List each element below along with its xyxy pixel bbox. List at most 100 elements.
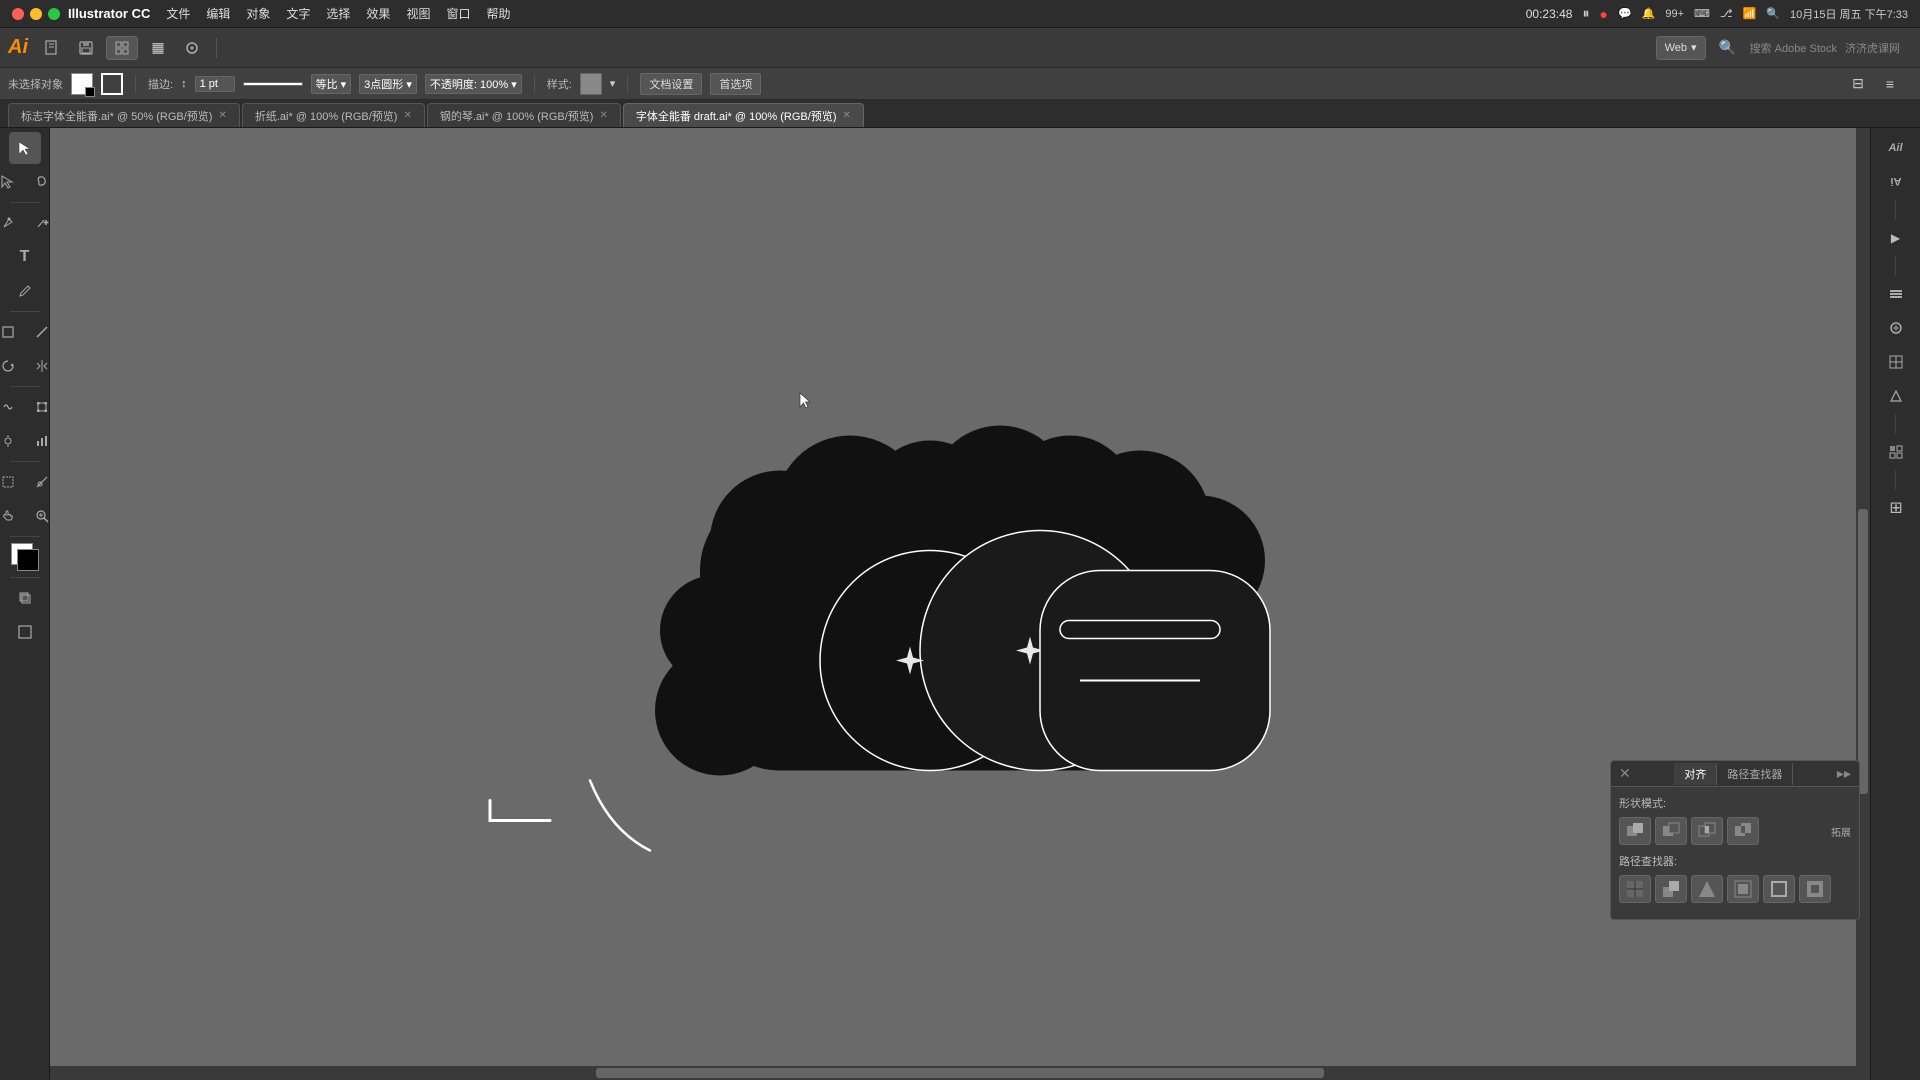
fill-swatch[interactable]	[71, 73, 93, 95]
symbol-tool[interactable]	[0, 425, 24, 457]
fullscreen-button[interactable]	[48, 8, 60, 20]
panel-close-btn[interactable]: ✕	[1619, 765, 1631, 782]
tab-close-2[interactable]: ✕	[599, 110, 607, 121]
right-panel-ail[interactable]: Ail	[1880, 132, 1912, 164]
tab-1[interactable]: 折纸.ai* @ 100% (RGB/预览) ✕	[242, 103, 425, 127]
tab-close-1[interactable]: ✕	[403, 110, 411, 121]
inside-mode[interactable]	[43, 582, 51, 614]
menu-select[interactable]: 选择	[326, 5, 350, 22]
grid-icon[interactable]: ▦	[144, 34, 172, 62]
opacity-arrow: ▾	[511, 79, 517, 91]
menu-view[interactable]: 视图	[406, 5, 430, 22]
outline-btn[interactable]	[1763, 875, 1795, 903]
exclude-btn[interactable]	[1727, 817, 1759, 845]
tool-pair-zoom	[0, 500, 50, 532]
graph-tool[interactable]	[26, 425, 51, 457]
zoom-tool[interactable]	[26, 500, 51, 532]
stroke-swatch[interactable]	[101, 73, 123, 95]
doc-setup-btn[interactable]: 文档设置	[640, 73, 702, 95]
tab-label-3: 字体全能番 draft.ai* @ 100% (RGB/预览)	[636, 108, 837, 124]
menu-text[interactable]: 文字	[286, 5, 310, 22]
line-tool[interactable]	[26, 316, 51, 348]
menu-help[interactable]: 帮助	[486, 5, 510, 22]
warp-tool[interactable]	[0, 391, 24, 423]
stroke-value[interactable]: 1 pt	[195, 76, 235, 92]
tab-2[interactable]: 钢的琴.ai* @ 100% (RGB/预览) ✕	[427, 103, 621, 127]
selection-tool[interactable]	[9, 132, 41, 164]
canvas-area[interactable]	[50, 128, 1870, 1080]
menu-edit[interactable]: 编辑	[206, 5, 230, 22]
ai-logo: Ai	[8, 36, 28, 59]
menu-window[interactable]: 窗口	[446, 5, 470, 22]
expand-btn[interactable]: 拓展	[1831, 824, 1851, 839]
change-screen-mode[interactable]	[9, 616, 41, 648]
tool-sep-6	[10, 577, 40, 578]
intersect-btn[interactable]	[1691, 817, 1723, 845]
tab-3[interactable]: 字体全能番 draft.ai* @ 100% (RGB/预览) ✕	[623, 103, 864, 127]
right-panel-icon2[interactable]	[1880, 278, 1912, 310]
normal-mode[interactable]	[0, 582, 7, 614]
type-tool[interactable]: T	[9, 241, 41, 273]
preferences-btn[interactable]: 首选项	[710, 73, 761, 95]
minus-front-btn[interactable]	[1655, 817, 1687, 845]
close-button[interactable]	[12, 8, 24, 20]
brush-tool[interactable]	[9, 275, 41, 307]
artboard-icon[interactable]	[178, 34, 206, 62]
hand-tool[interactable]	[0, 500, 24, 532]
horizontal-scrollbar[interactable]	[50, 1066, 1870, 1080]
tab-align[interactable]: 对齐	[1674, 763, 1717, 785]
panel-options-icon[interactable]: ≡	[1876, 70, 1904, 98]
panel-expand-btn[interactable]: ▸▸	[1837, 765, 1851, 782]
vertical-scrollbar[interactable]	[1856, 128, 1870, 1080]
trim-btn[interactable]	[1655, 875, 1687, 903]
panel-header: ✕ 对齐 路径查找器 ▸▸	[1611, 761, 1859, 787]
vscroll-thumb[interactable]	[1858, 509, 1868, 795]
right-panel-icon5[interactable]	[1880, 380, 1912, 412]
right-panel-icon7[interactable]: ⊞	[1880, 492, 1912, 524]
align-right-panel-icon[interactable]: ⊟	[1844, 70, 1872, 98]
web-dropdown[interactable]: Web ▾	[1656, 36, 1706, 60]
opacity-select[interactable]: 不透明度: 100% ▾	[425, 74, 522, 94]
measure-tool[interactable]	[26, 466, 51, 498]
right-panel-icon1[interactable]: ▶	[1880, 222, 1912, 254]
menu-object[interactable]: 对象	[246, 5, 270, 22]
divide-btn[interactable]	[1619, 875, 1651, 903]
stroke-style-select[interactable]: 等比 ▾	[311, 74, 352, 94]
tool-sep-1	[10, 202, 40, 203]
right-panel-icon6[interactable]	[1880, 436, 1912, 468]
direct-selection-tool[interactable]	[0, 166, 24, 198]
search-icon[interactable]: 🔍	[1766, 7, 1780, 20]
pen-tool[interactable]	[0, 207, 24, 239]
lasso-tool[interactable]	[26, 166, 51, 198]
hscroll-thumb[interactable]	[596, 1068, 1324, 1078]
right-panel-ai1[interactable]: Ai	[1880, 166, 1912, 198]
right-panel-icon3[interactable]	[1880, 312, 1912, 344]
tab-close-0[interactable]: ✕	[218, 110, 226, 121]
tab-0[interactable]: 标志字体全能番.ai* @ 50% (RGB/预览) ✕	[8, 103, 240, 127]
menu-effect[interactable]: 效果	[366, 5, 390, 22]
shape-tool[interactable]	[0, 316, 24, 348]
tab-pathfinder[interactable]: 路径查找器	[1717, 763, 1793, 785]
new-doc-icon[interactable]	[38, 34, 66, 62]
merge-btn[interactable]	[1691, 875, 1723, 903]
arrange-btn[interactable]	[106, 36, 138, 60]
menu-file[interactable]: 文件	[166, 5, 190, 22]
artboard-tool[interactable]	[0, 466, 24, 498]
rotate-tool[interactable]	[0, 350, 24, 382]
tab-close-3[interactable]: ✕	[842, 110, 850, 121]
minus-back-btn[interactable]	[1799, 875, 1831, 903]
stroke-color[interactable]	[17, 549, 39, 571]
add-anchor-tool[interactable]	[26, 207, 51, 239]
reflect-tool[interactable]	[26, 350, 51, 382]
stroke-cap-select[interactable]: 3点圆形 ▾	[359, 74, 417, 94]
behind-mode[interactable]	[9, 582, 41, 614]
style-swatch[interactable]	[580, 73, 602, 95]
crop-btn[interactable]	[1727, 875, 1759, 903]
free-transform-tool[interactable]	[26, 391, 51, 423]
minimize-button[interactable]	[30, 8, 42, 20]
right-panel-icon4[interactable]	[1880, 346, 1912, 378]
search-field-icon[interactable]: 🔍	[1714, 34, 1742, 62]
color-swatches[interactable]	[9, 541, 41, 573]
unite-btn[interactable]	[1619, 817, 1651, 845]
save-icon[interactable]	[72, 34, 100, 62]
